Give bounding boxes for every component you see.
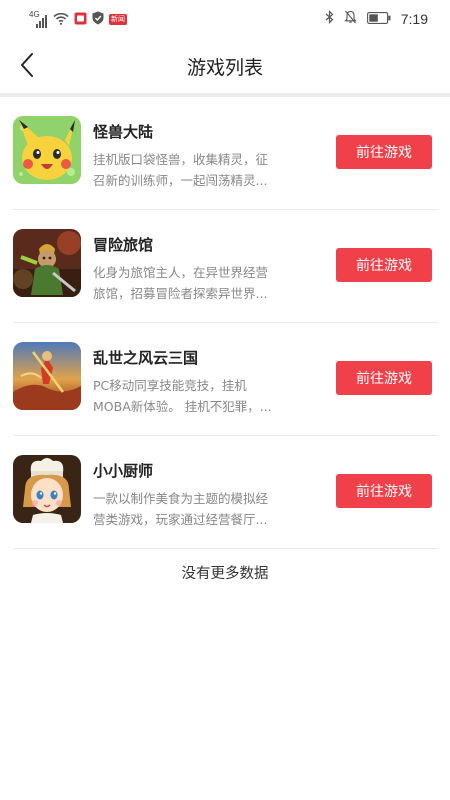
- game-list-item: 乱世之风云三国 PC移动同享技能竞技，挂机 MOBA新体验。 挂机不犯罪，...…: [0, 323, 450, 436]
- bluetooth-icon: [325, 9, 334, 28]
- mute-icon: [344, 9, 357, 28]
- game-list-item: 怪兽大陆 挂机版口袋怪兽，收集精灵，征 召新的训练师，一起闯荡精灵... 前往游…: [0, 97, 450, 210]
- shield-icon: [92, 10, 104, 29]
- game-description-line: 旅馆，招募冒险者探索异世界...: [93, 286, 268, 301]
- status-time: 7:19: [400, 10, 428, 27]
- no-more-data-text: 没有更多数据: [181, 566, 269, 582]
- notification-badge: 新闻: [109, 14, 127, 25]
- game-list-item: 冒险旅馆 化身为旅馆主人，在异世界经营 旅馆，招募冒险者探索异世界... 前往游…: [0, 210, 450, 323]
- game-list-item: 小小厨师 一款以制作美食为主题的模拟经 营类游戏，玩家通过经营餐厅... 前往游…: [0, 436, 450, 549]
- game-name: 冒险旅馆: [93, 236, 154, 254]
- adventure-inn-game-icon[interactable]: [13, 229, 81, 297]
- go-to-game-button[interactable]: 前往游戏: [336, 474, 432, 508]
- game-list: 怪兽大陆 挂机版口袋怪兽，收集精灵，征 召新的训练师，一起闯荡精灵... 前往游…: [0, 97, 450, 549]
- go-to-game-button[interactable]: 前往游戏: [336, 361, 432, 395]
- game-name: 小小厨师: [93, 462, 154, 480]
- game-name: 怪兽大陆: [93, 123, 154, 141]
- page-title: 游戏列表: [186, 57, 263, 79]
- three-kingdoms-game-icon[interactable]: [13, 342, 81, 410]
- game-description-line: PC移动同享技能竞技，挂机: [93, 378, 247, 393]
- game-description-line: 一款以制作美食为主题的模拟经: [93, 491, 269, 506]
- game-description: PC移动同享技能竞技，挂机 MOBA新体验。 挂机不犯罪，...: [93, 375, 278, 417]
- status-left-group: 4G 新闻: [29, 9, 127, 29]
- go-to-game-button[interactable]: 前往游戏: [336, 248, 432, 282]
- go-to-game-button[interactable]: 前往游戏: [336, 135, 432, 169]
- status-right-group: 7:19: [325, 9, 428, 28]
- game-description: 挂机版口袋怪兽，收集精灵，征 召新的训练师，一起闯荡精灵...: [93, 149, 278, 191]
- notification-app-icon: [74, 10, 87, 29]
- battery-icon: [366, 9, 391, 28]
- pikachu-game-icon[interactable]: [13, 116, 81, 184]
- game-description: 一款以制作美食为主题的模拟经 营类游戏，玩家通过经营餐厅...: [93, 488, 278, 530]
- status-bar: 4G 新闻 7:19: [0, 0, 450, 36]
- game-description-line: 挂机版口袋怪兽，收集精灵，征: [93, 152, 269, 167]
- game-description: 化身为旅馆主人，在异世界经营 旅馆，招募冒险者探索异世界...: [93, 262, 278, 304]
- app-bar: 游戏列表: [0, 36, 450, 94]
- wifi-icon: [53, 10, 69, 29]
- game-description-line: 化身为旅馆主人，在异世界经营: [93, 265, 269, 280]
- little-chef-game-icon[interactable]: [13, 455, 81, 523]
- game-description-line: 营类游戏，玩家通过经营餐厅...: [93, 512, 268, 527]
- game-description-line: MOBA新体验。 挂机不犯罪，...: [93, 399, 272, 414]
- game-description-line: 召新的训练师，一起闯荡精灵...: [93, 173, 268, 188]
- game-name: 乱世之风云三国: [93, 349, 199, 367]
- network-type-label: 4G: [29, 9, 40, 19]
- signal-icon: 4G: [29, 9, 48, 28]
- divider: [13, 548, 437, 549]
